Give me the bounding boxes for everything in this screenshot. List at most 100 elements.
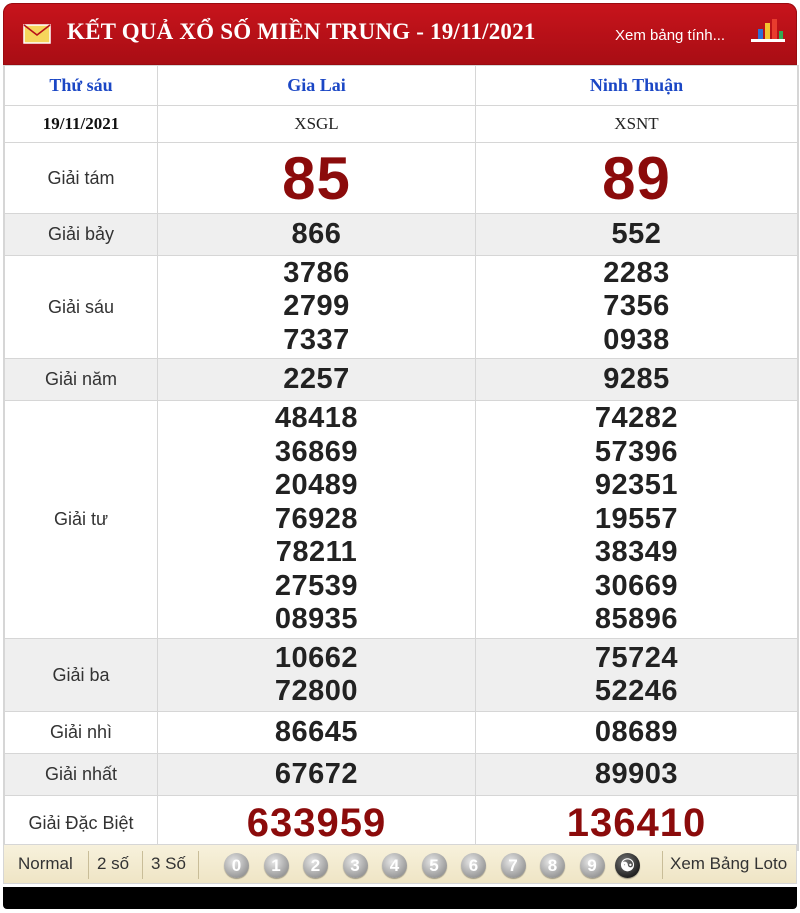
prize-number: 75724 — [594, 641, 679, 674]
prize-number: 89 — [602, 144, 671, 212]
mode-3-digit-button[interactable]: 3 Số — [151, 854, 186, 874]
prize-cell: 08689 — [475, 711, 798, 754]
digit-filter-2[interactable]: 2 — [303, 853, 328, 878]
view-loto-table-link[interactable]: Xem Bảng Loto — [670, 854, 787, 874]
prize-cell: 85 — [157, 142, 476, 214]
prize-number: 20489 — [274, 469, 359, 502]
prize-number: 92351 — [594, 469, 679, 502]
prize-number: 866 — [291, 217, 342, 250]
digit-filter-9[interactable]: 9 — [579, 853, 605, 878]
prize-label: Giải sáu — [4, 255, 158, 359]
prize-number: 30669 — [594, 569, 679, 602]
prize-cell: 89903 — [475, 753, 798, 796]
results-table-wrap: Thứ sáu Gia Lai Ninh Thuận 19/11/2021 XS… — [3, 65, 799, 851]
prize-number: 48418 — [274, 402, 359, 435]
prize-number: 2257 — [283, 362, 350, 395]
province-code-gia-lai: XSGL — [157, 105, 476, 143]
prize-number: 7337 — [283, 323, 350, 356]
prize-number: 633959 — [246, 800, 387, 845]
prize-cell: 74282 57396 92351 19557 38349 30669 85896 — [475, 400, 798, 639]
prize-row: Giải sáu 3786 2799 7337 2283 7356 0938 — [4, 255, 798, 359]
table-header-row: Thứ sáu Gia Lai Ninh Thuận — [4, 65, 798, 106]
prize-number: 76928 — [274, 502, 359, 535]
prize-row: Giải ba 10662 72800 75724 52246 — [4, 638, 798, 712]
prize-cell: 10662 72800 — [157, 638, 476, 712]
prize-label: Giải ba — [4, 638, 158, 712]
prize-number: 74282 — [594, 402, 679, 435]
bar-chart-icon[interactable] — [751, 17, 785, 45]
prize-cell: 75724 52246 — [475, 638, 798, 712]
prize-cell: 2257 — [157, 358, 476, 401]
digit-filter-0[interactable]: 0 — [224, 853, 249, 878]
results-panel: KẾT QUẢ XỔ SỐ MIỀN TRUNG - 19/11/2021 Xe… — [3, 3, 799, 910]
divider — [88, 851, 89, 879]
prize-number: 2283 — [603, 256, 670, 289]
prize-number: 86645 — [274, 715, 359, 748]
digit-filter-5[interactable]: 5 — [421, 853, 447, 878]
page-title: KẾT QUẢ XỔ SỐ MIỀN TRUNG - 19/11/2021 — [67, 19, 536, 44]
prize-row: Giải tư 48418 36869 20489 76928 78211 27539 089… — [4, 400, 798, 639]
digit-filter-6[interactable]: 6 — [461, 853, 486, 878]
prize-number: 85 — [282, 144, 351, 212]
header-bar: KẾT QUẢ XỔ SỐ MIỀN TRUNG - 19/11/2021 Xe… — [3, 3, 797, 65]
prize-number: 7356 — [603, 290, 670, 323]
prize-number: 57396 — [594, 435, 679, 468]
prize-number: 38349 — [594, 536, 679, 569]
prize-row: Giải nhất 67672 89903 — [4, 753, 798, 796]
prize-cell: 552 — [475, 213, 798, 256]
mail-icon — [23, 24, 51, 44]
prize-label: Giải tám — [4, 142, 158, 214]
prize-cell: 866 — [157, 213, 476, 256]
prize-number: 27539 — [274, 569, 359, 602]
prize-number: 36869 — [274, 435, 359, 468]
prize-cell: 2283 7356 0938 — [475, 255, 798, 359]
prize-label: Giải nhất — [4, 753, 158, 796]
prize-cell: 136410 — [475, 795, 798, 851]
prize-number: 19557 — [594, 502, 679, 535]
digit-filter-7[interactable]: 7 — [500, 853, 526, 878]
digit-filter-3[interactable]: 3 — [342, 853, 368, 878]
bottom-bar — [3, 887, 797, 909]
prize-row: Giải Đặc Biệt 633959 136410 — [4, 795, 798, 851]
prize-number: 3786 — [283, 256, 350, 289]
divider — [662, 851, 663, 879]
prize-label: Giải năm — [4, 358, 158, 401]
table-subheader-row: 19/11/2021 XSGL XSNT — [4, 105, 798, 143]
prize-number: 9285 — [603, 362, 670, 395]
prize-cell: 86645 — [157, 711, 476, 754]
prize-label: Giải nhì — [4, 711, 158, 754]
prize-cell: 633959 — [157, 795, 476, 851]
day-of-week: Thứ sáu — [4, 65, 158, 106]
view-spreadsheet-link[interactable]: Xem bảng tính... — [615, 27, 725, 44]
prize-row: Giải tám 85 89 — [4, 142, 798, 214]
prize-row: Giải nhì 86645 08689 — [4, 711, 798, 754]
prize-number: 52246 — [594, 675, 679, 707]
prize-cell: 67672 — [157, 753, 476, 796]
prize-number: 2799 — [283, 290, 350, 323]
province-gia-lai[interactable]: Gia Lai — [157, 65, 476, 106]
prize-cell: 89 — [475, 142, 798, 214]
prize-number: 08689 — [594, 715, 679, 748]
prize-number: 85896 — [594, 603, 679, 636]
prize-number: 10662 — [274, 641, 359, 674]
prize-number: 67672 — [274, 757, 359, 790]
divider — [198, 851, 199, 879]
prize-cell: 48418 36869 20489 76928 78211 27539 08935 — [157, 400, 476, 639]
prize-number: 552 — [611, 217, 662, 250]
mode-2-digit-button[interactable]: 2 số — [97, 854, 129, 874]
footer-toolbar: Normal 2 số 3 Số 0123456789 ☯ Xem Bảng L… — [3, 844, 797, 884]
province-ninh-thuan[interactable]: Ninh Thuận — [475, 65, 798, 106]
digit-filter-8[interactable]: 8 — [540, 853, 565, 878]
digit-filter-4[interactable]: 4 — [382, 853, 407, 878]
prize-number: 08935 — [274, 603, 359, 636]
prize-number: 136410 — [566, 800, 707, 845]
prize-label: Giải tư — [4, 400, 158, 639]
prize-cell: 9285 — [475, 358, 798, 401]
draw-date: 19/11/2021 — [4, 105, 158, 143]
province-code-ninh-thuan: XSNT — [475, 105, 798, 143]
digit-filter-1[interactable]: 1 — [263, 853, 289, 878]
prize-number: 89903 — [594, 757, 679, 790]
yin-yang-icon[interactable]: ☯ — [615, 853, 640, 878]
mode-normal-button[interactable]: Normal — [18, 854, 73, 874]
prize-row: Giải năm 2257 9285 — [4, 358, 798, 401]
